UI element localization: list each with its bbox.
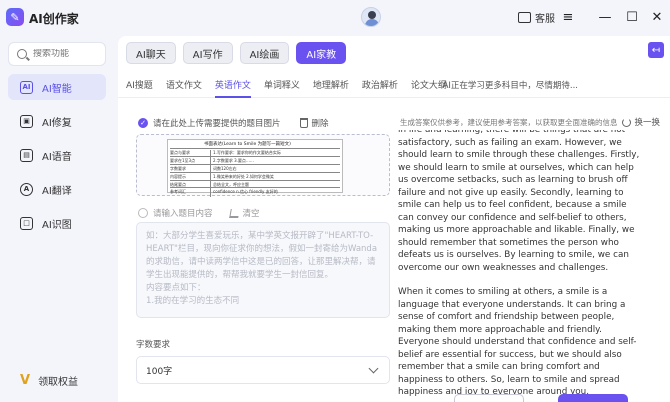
avatar-body [365,19,379,26]
sidebar-item-label: AI智能 [42,83,72,95]
title-bar: ✎ AI创作家 客服 ≡ — ☐ ✕ [0,0,670,36]
search-box[interactable] [8,42,106,66]
collapse-icon[interactable]: ↤ [648,42,664,58]
clear-label: 清空 [242,209,260,219]
sidebar-item-ai-smart[interactable]: AI AI智能 [8,74,106,100]
upload-header: ✓ 请在此处上传需要提供的题目图片 删除 [138,117,329,129]
translate-icon: A [20,182,33,196]
question-textarea[interactable]: 如：大部分学生喜爱玩乐，某中学英文报开辟了"HEART-TO-HEART"栏目，… [136,222,390,318]
sidebar-item-ai-voice[interactable]: ▤ AI语音 [8,142,106,168]
disclaimer-text: 生成答案仅供参考，建议使用参考答案，以获取更全面准确的信息 [400,118,618,127]
uploaded-question-image: 书面表达(Learn to Smile 为题写一篇短文) 要点与要求 1.写作要求… [167,139,343,197]
word-count-label: 字数要求 [136,340,171,350]
minimize-button[interactable]: — [597,9,613,25]
subtab-word-definition[interactable]: 单词释义 [264,78,300,91]
regenerate-button[interactable]: 换一换 [622,116,660,128]
input-label: 请输入题目内容 [153,209,213,219]
sidebar-item-label: AI修复 [42,117,72,129]
close-button[interactable]: ✕ [649,9,665,25]
app-title: AI创作家 [29,12,79,26]
tab-ai-chat[interactable]: AI聊天 [126,42,176,64]
essay-result: in life and learning, there will be thin… [388,130,642,396]
essay-paragraph: in life and learning, there will be thin… [398,130,640,273]
vip-icon: V [20,373,31,388]
customer-service-button[interactable]: 客服 [518,10,555,25]
doc-title: 书面表达(Learn to Smile 为题写一篇短文) [204,142,291,147]
avatar[interactable] [361,7,381,27]
subtab-chinese-essay[interactable]: 语文作文 [166,78,202,91]
checked-radio-icon[interactable]: ✓ [138,118,148,128]
sidebar-item-label: AI翻译 [42,185,72,197]
subtab-politics[interactable]: 政治解析 [362,78,398,91]
tab-ai-painting[interactable]: AI绘画 [239,42,290,64]
secondary-action-button[interactable] [454,394,524,402]
subtab-geography[interactable]: 地理解析 [313,78,349,91]
tab-ai-tutor[interactable]: AI家教 [296,42,347,64]
subtab-english-essay[interactable]: 英语作文 [214,78,251,98]
maximize-button[interactable]: ☐ [624,9,640,25]
sidebar-item-ai-repair[interactable]: ▣ AI修复 [8,108,106,134]
upload-dropzone[interactable]: 书面表达(Learn to Smile 为题写一篇短文) 要点与要求 1.写作要求… [136,134,390,197]
subtab-search-question[interactable]: AI搜题 [126,78,153,91]
tab-ai-writing[interactable]: AI写作 [182,42,233,64]
sidebar-item-label: AI语音 [42,151,72,163]
promo-text: AI正在学习更多科目中，尽情期待... [442,81,578,91]
unchecked-radio-icon[interactable] [138,208,148,218]
image-repair-icon: ▣ [20,114,33,128]
essay-paragraph: When it comes to smiling at others, a sm… [398,287,637,396]
word-count-value: 100字 [146,366,173,377]
customer-service-label: 客服 [535,14,555,25]
broom-icon [228,208,240,218]
menu-button[interactable]: ≡ [560,9,576,25]
sub-tabs: AI搜题 语文作文 英语作文 单词释义 地理解析 政治解析 论文大纲 [118,72,670,98]
app-logo-icon: ✎ [6,8,24,26]
sidebar-item-ai-translate[interactable]: A AI翻译 [8,176,106,202]
doc-row: 参考词汇 confidence n.信心 friendly 友好的 [170,187,340,197]
top-tabs: AI聊天 AI写作 AI绘画 AI家教 [126,42,347,64]
chat-icon [518,12,531,23]
input-header: 请输入题目内容 清空 [138,207,260,219]
delete-button[interactable]: 删除 [299,117,329,129]
sidebar: AI AI智能 ▣ AI修复 ▤ AI语音 A AI翻译 □ AI识图 V 领取… [0,36,118,402]
main-panel: AI聊天 AI写作 AI绘画 AI家教 ↤ AI搜题 语文作文 英语作文 单词释… [118,36,670,402]
delete-label: 删除 [311,119,329,129]
primary-action-button[interactable] [558,394,628,402]
refresh-icon [622,117,632,127]
clear-button[interactable]: 清空 [228,207,260,219]
upload-label: 请在此处上传需要提供的题目图片 [153,119,281,129]
word-count-select[interactable]: 100字 [136,356,390,384]
claim-benefits-label: 领取权益 [38,377,79,388]
ai-smart-icon: AI [20,80,33,94]
trash-icon [299,118,308,128]
regenerate-label: 换一换 [634,118,660,128]
voice-icon: ▤ [20,148,33,162]
avatar-head [368,11,376,19]
image-recognize-icon: □ [20,216,33,230]
subtab-paper-outline[interactable]: 论文大纲 [411,78,447,91]
chevron-down-icon [368,363,379,374]
search-icon [17,49,27,59]
sidebar-item-label: AI识图 [42,219,72,231]
sidebar-item-ai-recognize[interactable]: □ AI识图 [8,210,106,236]
claim-benefits-button[interactable]: V 领取权益 [20,373,78,388]
search-input[interactable] [33,49,103,59]
